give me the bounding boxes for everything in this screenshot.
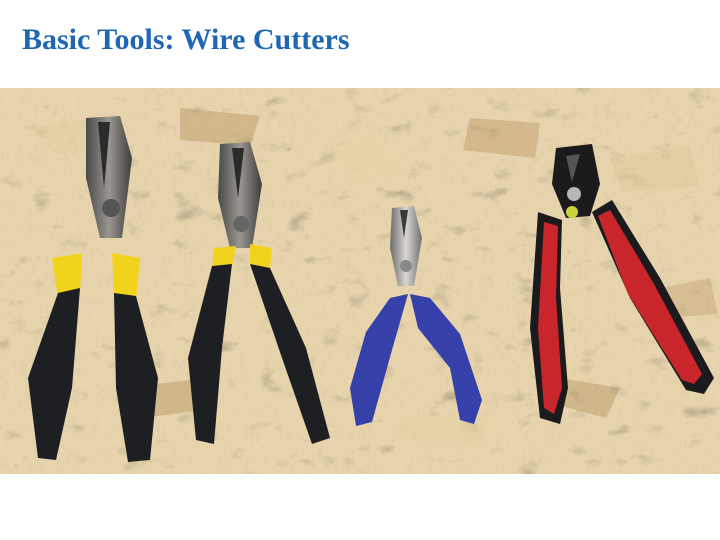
slide-title: Basic Tools: Wire Cutters: [22, 23, 350, 56]
slide: Basic Tools: Wire Cutters: [0, 0, 720, 540]
photo-canvas: [0, 88, 720, 474]
wire-cutters-photo: [0, 88, 720, 474]
